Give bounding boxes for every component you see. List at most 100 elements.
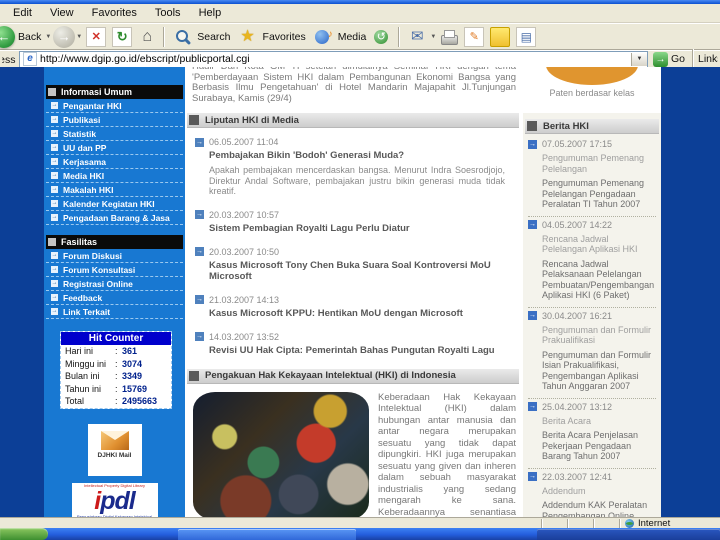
address-input[interactable] <box>40 52 631 66</box>
sidebar-item-registrasi-online[interactable]: Registrasi Online <box>46 277 183 291</box>
bullet-square-icon <box>189 370 199 381</box>
envelope-icon <box>100 430 129 450</box>
stop-button[interactable] <box>86 26 107 47</box>
status-bar: Internet <box>0 517 720 529</box>
links-toolbar-label[interactable]: Links <box>698 53 718 65</box>
news-title-link[interactable]: Pembajakan Bikin 'Bodoh' Generasi Muda? <box>209 150 503 161</box>
sidebar-item-media-hki[interactable]: Media HKI <box>46 169 183 183</box>
start-button[interactable] <box>0 528 48 540</box>
hit-counter-row: Bulan ini:3349 <box>61 370 171 383</box>
ipdl-logo[interactable]: Intellectual Property Digital Library ip… <box>71 482 158 517</box>
security-zone-panel: Internet <box>619 518 720 529</box>
sidebar-item-uu-dan-pp[interactable]: UU dan PP <box>46 141 183 155</box>
status-panel <box>567 518 593 528</box>
forward-dropdown-icon[interactable] <box>76 34 82 40</box>
back-dropdown-icon[interactable] <box>45 34 51 40</box>
sidebar-item-feedback[interactable]: Feedback <box>46 291 183 305</box>
berita-category-link[interactable]: Rencana Jadwal Pelelangan Aplikasi HKI <box>542 234 656 255</box>
go-button[interactable]: Go <box>652 51 685 67</box>
arrow-icon <box>51 102 58 109</box>
djhki-mail-logo[interactable]: DJHKI Mail <box>87 423 142 476</box>
menu-edit[interactable]: Edit <box>4 5 41 21</box>
berita-category-link[interactable]: Pengumuman dan Formulir Prakualifikasi <box>542 325 656 346</box>
home-button[interactable] <box>138 28 156 46</box>
address-field[interactable] <box>19 50 648 68</box>
menu-help[interactable]: Help <box>190 5 231 21</box>
arrow-icon <box>51 172 58 179</box>
news-item: 20.03.2007 10:50 Kasus Microsoft Tony Ch… <box>195 247 515 282</box>
ipdl-wordmark: ipdl <box>72 488 158 514</box>
forward-button[interactable] <box>53 25 82 48</box>
back-button[interactable]: Back <box>0 25 51 48</box>
favorites-label: Favorites <box>262 30 306 43</box>
berita-title-link[interactable]: Rencana Jadwal Pelaksanaan Pelelangan Pe… <box>542 259 656 301</box>
address-dropdown-icon[interactable] <box>630 52 647 66</box>
search-button[interactable]: Search <box>170 28 233 46</box>
menu-view[interactable]: View <box>41 5 83 21</box>
sidebar-item-label: Kalender Kegiatan HKI <box>63 198 155 209</box>
sidebar-item-kerjasama[interactable]: Kerjasama <box>46 155 183 169</box>
taskbar-window-button-active[interactable] <box>537 529 720 540</box>
media-button[interactable]: Media <box>311 26 370 46</box>
sidebar-item-link-terkait[interactable]: Link Terkait <box>46 305 183 319</box>
news-title-link[interactable]: Kasus Microsoft Tony Chen Buka Suara Soa… <box>209 260 503 282</box>
sidebar-item-statistik[interactable]: Statistik <box>46 127 183 141</box>
menu-bar: Edit View Favorites Tools Help <box>0 4 720 23</box>
edit-button[interactable] <box>464 26 485 47</box>
news-title-link[interactable]: Revisi UU Hak Cipta: Pemerintah Bahas Pu… <box>209 345 503 356</box>
hit-counter-row: Total:2495663 <box>61 395 171 408</box>
discuss-button[interactable] <box>516 26 537 47</box>
berita-title-link[interactable]: Pengumuman Pemenang Pelelangan Pengadaan… <box>542 178 656 210</box>
sidebar-item-label: Forum Diskusi <box>63 250 123 261</box>
print-button[interactable] <box>440 28 459 46</box>
berita-title-link[interactable]: Addendum KAK Peralatan Pengembangan Onli… <box>542 500 656 517</box>
left-sidebar: Informasi Umum Pengantar HKI Publikasi S… <box>44 67 185 517</box>
arrow-icon <box>195 247 204 256</box>
sidebar-item-forum-diskusi[interactable]: Forum Diskusi <box>46 249 183 263</box>
bullet-square-icon <box>48 88 56 96</box>
arrow-icon <box>51 186 58 193</box>
media-label: Media <box>337 30 367 43</box>
sidebar-item-publikasi[interactable]: Publikasi <box>46 113 183 127</box>
menu-tools[interactable]: Tools <box>146 5 190 21</box>
news-title-link[interactable]: Kasus Microsoft KPPU: Hentikan MoU denga… <box>209 308 503 319</box>
berita-title-link[interactable]: Pengumuman dan Formulir Isian Prakualifi… <box>542 350 656 392</box>
arrow-icon <box>528 220 537 229</box>
section-title: Pengakuan Hak Kekayaan Intelektual (HKI)… <box>205 370 456 381</box>
taskbar-window-button[interactable] <box>178 529 356 540</box>
status-panel <box>541 518 567 528</box>
sidebar-item-pengantar-hki[interactable]: Pengantar HKI <box>46 99 183 113</box>
internet-globe-icon <box>625 518 634 528</box>
hit-value: 3349 <box>122 371 143 381</box>
sidebar-item-pengadaan-barang-jasa[interactable]: Pengadaan Barang & Jasa <box>46 211 183 225</box>
berita-item: 30.04.2007 16:21 Pengumuman dan Formulir… <box>528 308 656 399</box>
berita-title-link[interactable]: Berita Acara Penjelasan Pekerjaan Pengad… <box>542 430 656 462</box>
sidebar-header-label: Fasilitas <box>61 237 98 247</box>
arrow-icon <box>51 144 58 151</box>
arrow-icon <box>195 137 204 147</box>
arrow-icon <box>195 210 204 219</box>
berita-category-link[interactable]: Berita Acara <box>542 416 656 427</box>
sidebar-item-forum-konsultasi[interactable]: Forum Konsultasi <box>46 263 183 277</box>
sidebar-item-makalah-hki[interactable]: Makalah HKI <box>46 183 183 197</box>
history-button[interactable] <box>373 28 391 46</box>
arrow-icon <box>528 472 537 481</box>
mail-dropdown-icon[interactable] <box>430 34 436 40</box>
berita-category-link[interactable]: Pengumuman Pemenang Pelelangan <box>542 153 656 174</box>
messenger-button[interactable] <box>490 26 511 47</box>
sidebar-item-label: Registrasi Online <box>63 278 133 289</box>
colon: : <box>115 383 118 394</box>
menu-favorites[interactable]: Favorites <box>83 5 146 21</box>
berita-item: 25.04.2007 13:12 Berita Acara Berita Aca… <box>528 399 656 469</box>
berita-category-link[interactable]: Addendum <box>542 486 656 497</box>
hit-counter-row: Hari ini:361 <box>61 345 171 358</box>
sidebar-item-kalender-kegiatan-hki[interactable]: Kalender Kegiatan HKI <box>46 197 183 211</box>
section-title: Liputan HKI di Media <box>205 114 299 126</box>
news-date: 20.03.2007 10:57 <box>209 209 280 220</box>
refresh-button[interactable] <box>112 26 133 47</box>
news-item: 14.03.2007 13:52 Revisi UU Hak Cipta: Pe… <box>195 332 515 356</box>
news-title-link[interactable]: Sistem Pembagian Royalti Lagu Perlu Diat… <box>209 223 503 234</box>
arrow-icon <box>51 294 58 301</box>
favorites-button[interactable]: Favorites <box>236 28 309 46</box>
mail-button[interactable] <box>405 28 436 46</box>
